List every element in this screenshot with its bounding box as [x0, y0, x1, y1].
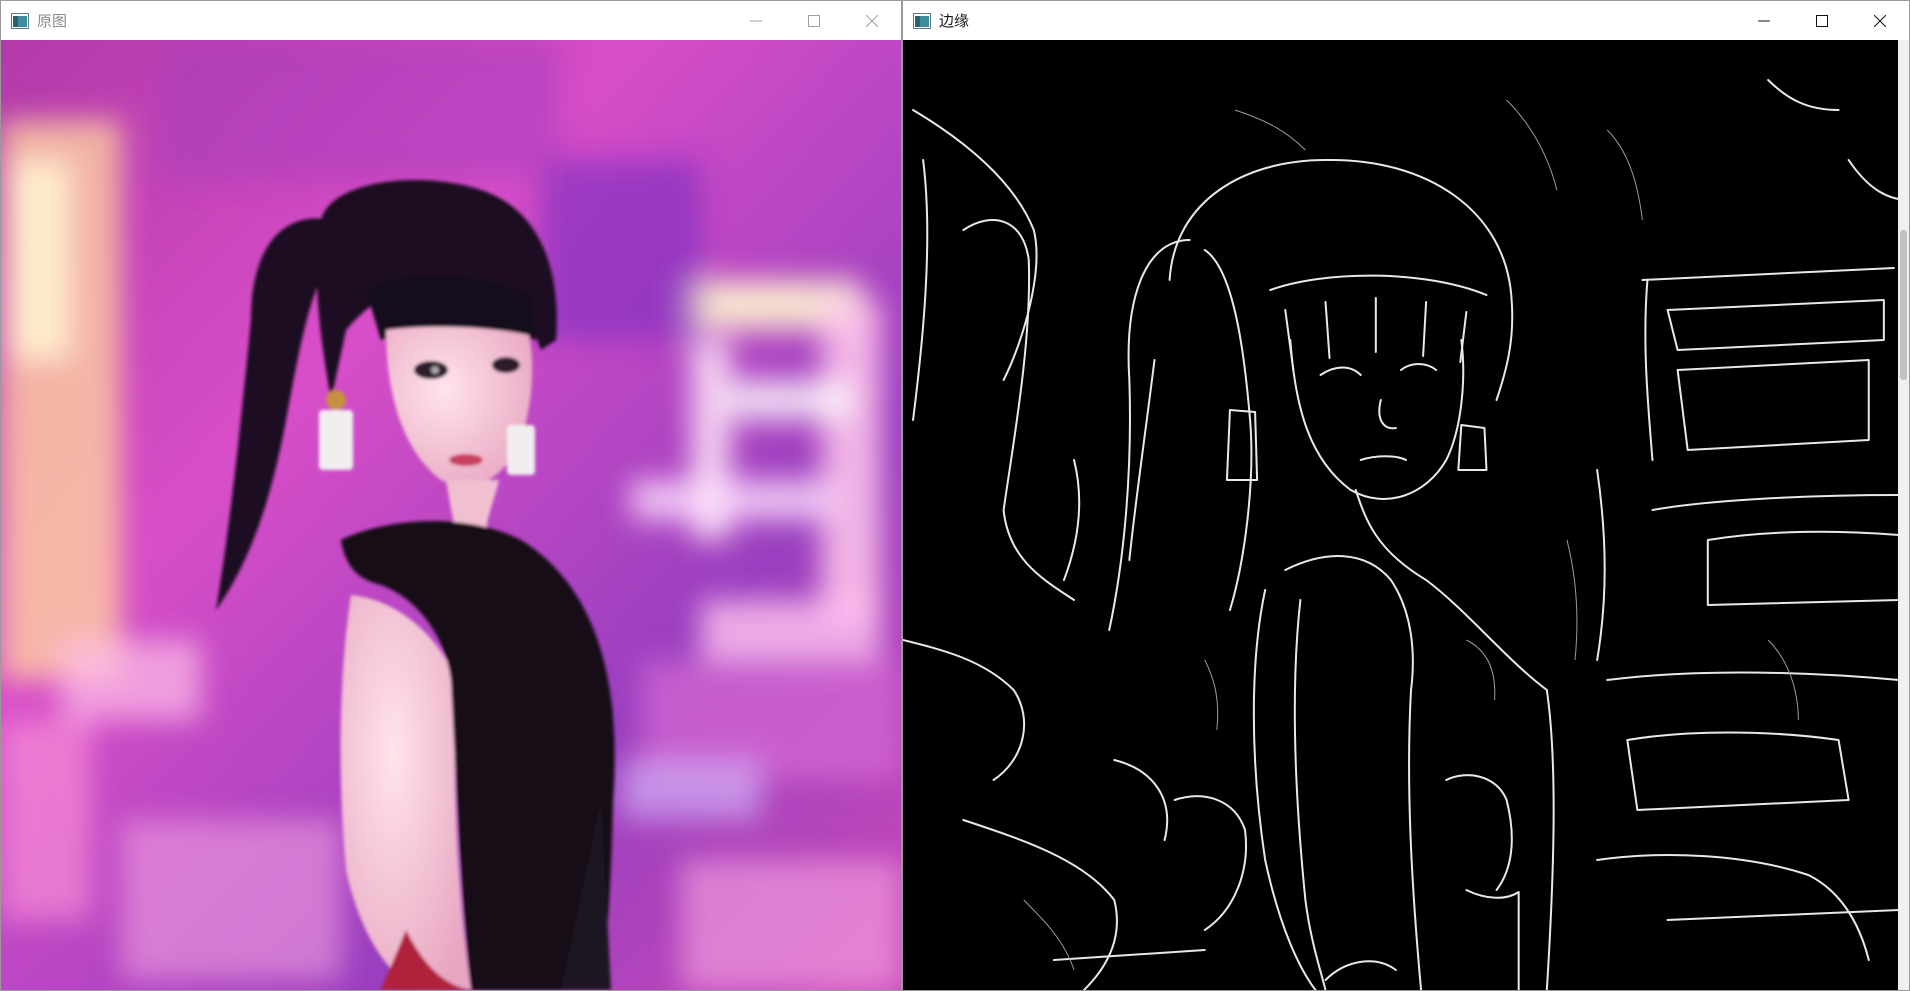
original-image: [1, 40, 901, 990]
original-image-canvas: [1, 40, 901, 990]
minimize-button[interactable]: [1735, 1, 1793, 40]
maximize-icon: [808, 14, 820, 27]
minimize-button[interactable]: [727, 1, 785, 40]
close-icon: [866, 14, 878, 27]
edge-image: [903, 40, 1909, 990]
minimize-icon: [750, 20, 762, 21]
maximize-button[interactable]: [785, 1, 843, 40]
titlebar[interactable]: 边缘: [903, 1, 1909, 40]
close-button[interactable]: [1851, 1, 1909, 40]
maximize-button[interactable]: [1793, 1, 1851, 40]
original-image-window: 原图: [0, 0, 902, 991]
edge-image-canvas: [903, 40, 1909, 990]
window-title: 边缘: [939, 13, 970, 30]
vertical-scrollbar[interactable]: [1898, 40, 1909, 990]
edge-image-window: 边缘: [902, 0, 1910, 991]
app-window-icon: [11, 12, 29, 29]
close-button[interactable]: [843, 1, 901, 40]
app-window-icon: [913, 12, 931, 29]
maximize-icon: [1816, 14, 1828, 27]
window-controls: [1735, 1, 1909, 40]
titlebar[interactable]: 原图: [1, 1, 901, 40]
scrollbar-thumb[interactable]: [1900, 230, 1907, 380]
minimize-icon: [1758, 20, 1770, 21]
close-icon: [1874, 14, 1886, 27]
window-title: 原图: [37, 13, 68, 30]
window-controls: [727, 1, 901, 40]
